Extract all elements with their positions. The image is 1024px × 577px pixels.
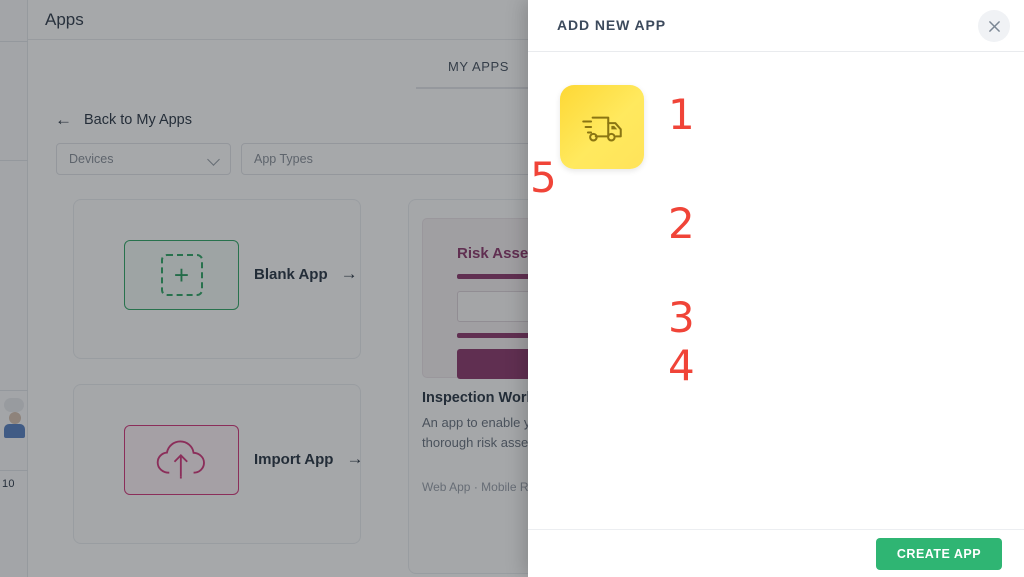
import-app-card[interactable]: Import App → xyxy=(73,384,363,544)
plus-square-dashed-icon: + xyxy=(160,254,203,296)
rail-divider xyxy=(0,41,28,42)
page-title: Apps xyxy=(45,10,84,29)
rail-divider xyxy=(0,470,28,471)
annotation-2: 2 xyxy=(668,199,695,248)
blank-app-label-row: Blank App → xyxy=(254,264,358,284)
annotation-4: 4 xyxy=(668,341,695,390)
rail-count: 10 xyxy=(2,478,15,490)
avatar[interactable] xyxy=(4,412,25,438)
avatar-head xyxy=(9,412,21,424)
modal-title: ADD NEW APP xyxy=(557,17,666,33)
cloud-upload-icon xyxy=(156,440,205,480)
filters-row: Devices App Types xyxy=(56,143,561,175)
close-icon xyxy=(988,20,1000,32)
back-to-my-apps-link[interactable]: ← Back to My Apps xyxy=(55,111,192,128)
screen: 10 Apps MY APPS ← Back to My Apps Device… xyxy=(0,0,1024,577)
plus-glyph: + xyxy=(173,260,190,290)
avatar-body xyxy=(4,424,25,438)
chevron-down-icon xyxy=(207,153,220,166)
cloud-icon xyxy=(4,398,24,412)
rail-divider xyxy=(0,160,28,161)
left-rail[interactable]: 10 xyxy=(0,0,28,577)
tab-my-apps[interactable]: MY APPS xyxy=(448,59,509,74)
import-app-label-row: Import App → xyxy=(254,449,363,469)
close-button[interactable] xyxy=(978,10,1010,42)
rail-divider xyxy=(0,390,28,391)
annotation-1: 1 xyxy=(668,90,695,139)
devices-filter[interactable]: Devices xyxy=(56,143,231,175)
arrow-left-icon: ← xyxy=(55,110,72,129)
import-app-thumbnail xyxy=(124,425,239,495)
import-app-label: Import App xyxy=(254,450,334,468)
blank-app-thumbnail: + xyxy=(124,240,239,310)
modal-header: ADD NEW APP xyxy=(528,0,1024,52)
selected-app-icon[interactable] xyxy=(560,85,644,169)
devices-filter-label: Devices xyxy=(69,152,114,166)
modal-footer: CREATE APP xyxy=(528,529,1024,577)
delivery-truck-icon xyxy=(582,116,622,142)
add-new-app-modal: ADD NEW APP App name xyxy=(528,0,1024,577)
annotation-5: 5 xyxy=(530,153,557,202)
create-app-button[interactable]: CREATE APP xyxy=(876,538,1002,570)
app-types-filter[interactable]: App Types xyxy=(241,143,561,175)
back-link-label: Back to My Apps xyxy=(84,111,192,128)
annotation-3: 3 xyxy=(668,293,695,342)
arrow-right-icon: → xyxy=(346,449,364,468)
arrow-right-icon: → xyxy=(340,264,358,283)
blank-app-card[interactable]: + Blank App → xyxy=(73,199,361,359)
app-types-filter-label: App Types xyxy=(254,152,313,166)
blank-app-label: Blank App xyxy=(254,265,328,283)
